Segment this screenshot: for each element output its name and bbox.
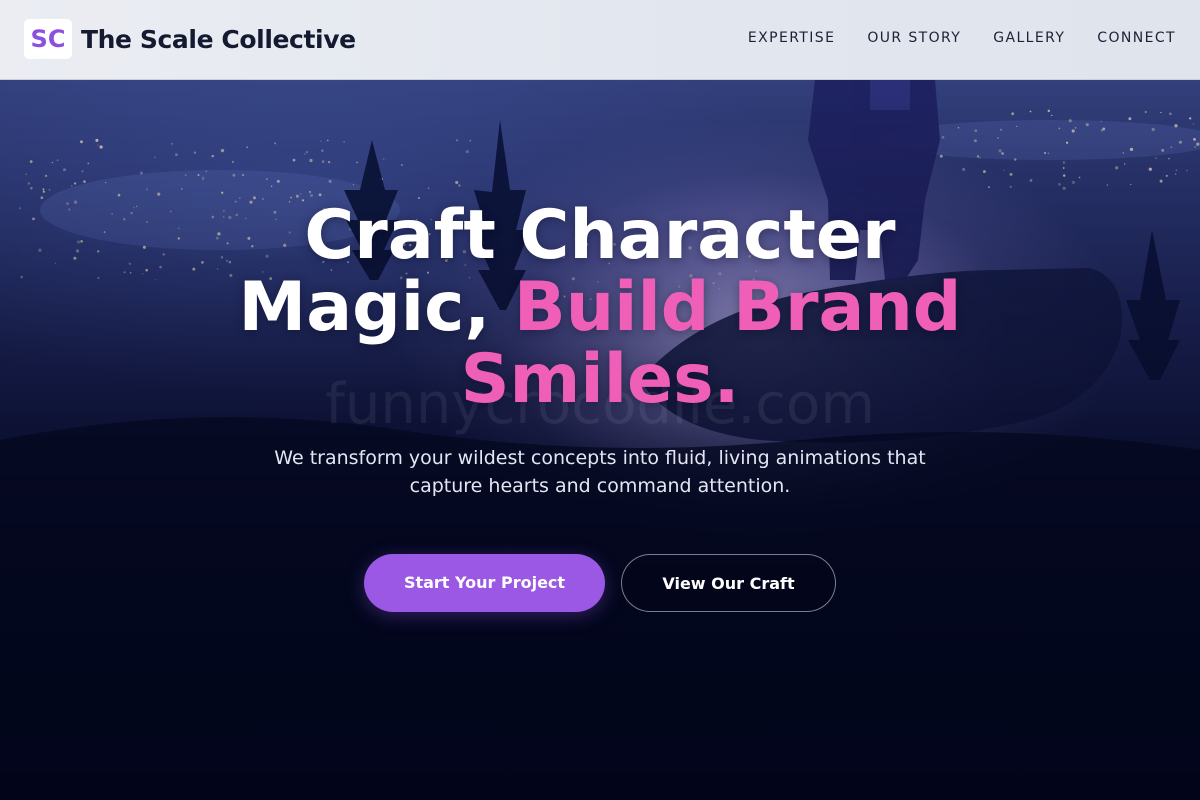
nav-link-expertise[interactable]: EXPERTISE [748,30,835,46]
cta-row: Start Your Project View Our Craft [0,554,1200,612]
brand-logo[interactable]: SC The Scale Collective [24,19,356,59]
hero-subtitle: We transform your wildest concepts into … [274,447,926,497]
nav-link-our-story[interactable]: OUR STORY [867,30,961,46]
nav-link-connect[interactable]: CONNECT [1097,30,1176,46]
headline-accent: Build Brand Smiles. [460,268,962,419]
logo-badge: SC [24,19,72,59]
landing-page: SC The Scale Collective EXPERTISE OUR ST… [0,0,1200,800]
view-craft-button[interactable]: View Our Craft [621,554,836,612]
brand-name: The Scale Collective [81,24,356,54]
nav-links: EXPERTISE OUR STORY GALLERY CONNECT [716,30,1176,46]
hero-section: Craft Character Magic, Build Brand Smile… [0,200,1200,612]
start-project-button[interactable]: Start Your Project [364,554,605,612]
top-navigation-bar: SC The Scale Collective EXPERTISE OUR ST… [0,0,1200,80]
hero-headline: Craft Character Magic, Build Brand Smile… [170,200,1030,416]
nav-link-gallery[interactable]: GALLERY [993,30,1065,46]
